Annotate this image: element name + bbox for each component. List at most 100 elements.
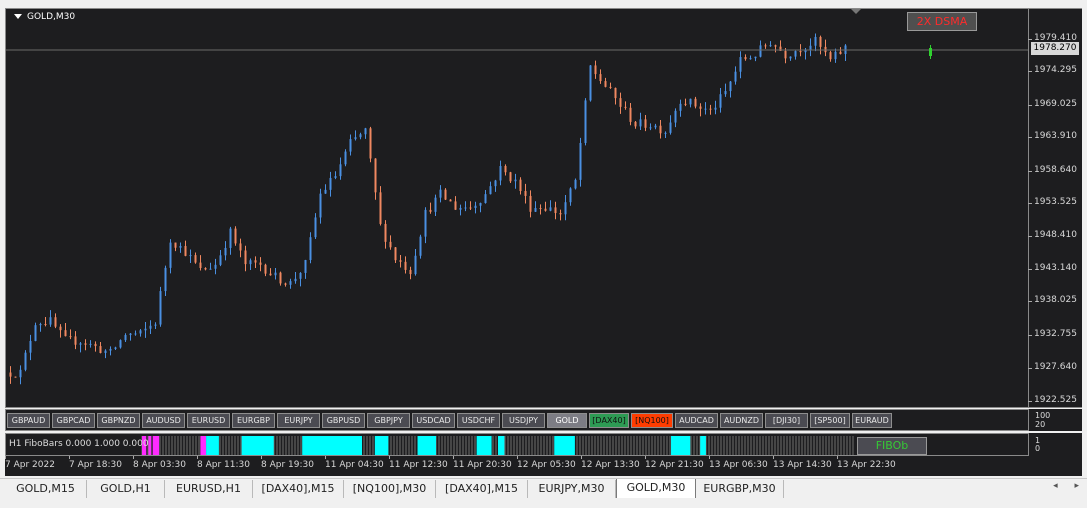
- chart-tab-gold-h1[interactable]: GOLD,H1: [87, 480, 165, 498]
- bull-candle: [79, 343, 82, 345]
- bull-candle: [289, 281, 292, 285]
- bull-candle: [214, 264, 217, 269]
- bear-candle: [554, 207, 557, 214]
- fibob-button[interactable]: FIBOb: [857, 437, 927, 455]
- bear-candle: [444, 189, 447, 200]
- symbol-button-dax40[interactable]: [DAX40]: [589, 413, 629, 428]
- symbol-button-audnzd[interactable]: AUDNZD: [720, 413, 763, 428]
- bull-candle: [219, 255, 222, 265]
- time-axis-label: 11 Apr 04:30: [325, 456, 384, 470]
- symbol-button-eurjpy[interactable]: EURJPY: [277, 413, 320, 428]
- terminal-window: GOLD,M30 2X DSMA 1979.410 1974.295 1969.02…: [0, 0, 1087, 478]
- bear-candle: [624, 106, 627, 108]
- time-axis-label: 8 Apr 11:30: [197, 456, 250, 470]
- bull-candle: [419, 236, 422, 256]
- symbol-button-audusd[interactable]: AUDUSD: [142, 413, 185, 428]
- symbol-button-usdcad[interactable]: USDCAD: [412, 413, 455, 428]
- fibobar-segment: [700, 436, 706, 455]
- bear-candle: [694, 98, 697, 107]
- fibobar-segment: [417, 436, 437, 455]
- price-tick-label: 1958.640: [1028, 165, 1077, 175]
- symbol-button-usdchf[interactable]: USDCHF: [457, 413, 500, 428]
- bear-candle: [94, 343, 97, 347]
- bull-candle: [809, 45, 812, 50]
- tab-scroll-right-icon[interactable]: ▸: [1074, 481, 1079, 491]
- chart-tab-eurgbp-m30[interactable]: EURGBP,M30: [696, 480, 784, 498]
- symbol-button-eurusd[interactable]: EURUSD: [187, 413, 230, 428]
- bull-candle: [589, 65, 592, 101]
- price-axis[interactable]: 1979.410 1974.295 1969.025 1963.910 1958.640…: [1028, 8, 1082, 408]
- bear-candle: [629, 107, 632, 122]
- bull-candle: [339, 164, 342, 177]
- tab-scroll-left-icon[interactable]: ◂: [1053, 481, 1058, 491]
- chart-tab--nq100--m30[interactable]: [NQ100],M30: [344, 480, 436, 498]
- symbol-button-dji30[interactable]: [DJI30]: [765, 413, 808, 428]
- bear-candle: [244, 250, 247, 265]
- candlestick-chart[interactable]: [6, 9, 1029, 408]
- time-axis-label: 7 Apr 2022: [5, 456, 55, 470]
- bear-candle: [264, 264, 267, 274]
- bear-candle: [374, 158, 377, 193]
- bear-candle: [839, 51, 842, 55]
- bull-candle: [479, 203, 482, 206]
- bull-candle: [639, 119, 642, 127]
- bull-candle: [769, 45, 772, 47]
- bear-candle: [709, 108, 712, 110]
- fibobars-indicator-pane[interactable]: H1 FiboBars 0.000 1.000 0.000 FIBOb: [5, 433, 1029, 456]
- price-chart-area[interactable]: GOLD,M30 2X DSMA: [5, 8, 1029, 408]
- time-axis[interactable]: 7 Apr 2022 7 Apr 18:30 8 Apr 03:30 8 Apr 11…: [5, 456, 1082, 476]
- bull-candle: [439, 189, 442, 198]
- bull-candle: [49, 317, 52, 325]
- chart-tab-gold-m30[interactable]: GOLD,M30: [616, 479, 696, 499]
- bear-candle: [539, 208, 542, 210]
- bull-candle: [24, 352, 27, 370]
- bear-candle: [604, 81, 607, 87]
- chart-symbol-title[interactable]: GOLD,M30: [14, 12, 75, 22]
- chart-tab--dax40--m15[interactable]: [DAX40],M15: [436, 480, 528, 498]
- bear-candle: [254, 260, 257, 263]
- symbol-button-gbpusd[interactable]: GBPUSD: [322, 413, 365, 428]
- symbol-button-audcad[interactable]: AUDCAD: [675, 413, 718, 428]
- chart-tab-gold-m15[interactable]: GOLD,M15: [5, 480, 87, 498]
- dsma-indicator-button[interactable]: 2X DSMA: [907, 12, 977, 31]
- bear-candle: [594, 65, 597, 75]
- dropdown-triangle-icon[interactable]: [14, 14, 22, 19]
- symbol-button-gbpjpy[interactable]: GBPJPY: [367, 413, 410, 428]
- bear-candle: [509, 172, 512, 182]
- symbol-button-gold[interactable]: GOLD: [547, 413, 587, 428]
- bear-candle: [774, 45, 777, 47]
- chart-tab-eurjpy-m30[interactable]: EURJPY,M30: [528, 480, 616, 498]
- symbol-button-gbpnzd[interactable]: GBPNZD: [97, 413, 140, 428]
- symbol-button-gbpcad[interactable]: GBPCAD: [52, 413, 95, 428]
- bull-candle: [484, 194, 487, 204]
- chart-tab--dax40--m15[interactable]: [DAX40],M15: [253, 480, 344, 498]
- bull-candle: [164, 267, 167, 292]
- bull-candle: [834, 51, 837, 60]
- chart-tab-eurusd-h1[interactable]: EURUSD,H1: [165, 480, 253, 498]
- bear-candle: [14, 376, 17, 378]
- symbol-button-gbpaud[interactable]: GBPAUD: [7, 413, 50, 428]
- chart-shift-marker-icon[interactable]: [851, 9, 861, 14]
- time-axis-label: 8 Apr 19:30: [261, 456, 314, 470]
- bear-candle: [784, 50, 787, 59]
- symbol-button-sp500[interactable]: [SP500]: [810, 413, 850, 428]
- bull-candle: [724, 91, 727, 95]
- bull-candle: [654, 125, 657, 128]
- bull-candle: [514, 179, 517, 182]
- bull-candle: [39, 323, 42, 326]
- symbol-button-usdjpy[interactable]: USDJPY: [502, 413, 545, 428]
- symbol-button-eurgbp[interactable]: EURGBP: [232, 413, 275, 428]
- symbol-button-nq100[interactable]: [NQ100]: [631, 413, 673, 428]
- fibobar-segment: [498, 436, 505, 455]
- bear-candle: [684, 103, 687, 105]
- bear-candle: [609, 86, 612, 88]
- bear-candle: [259, 262, 262, 265]
- symbol-label: GOLD,M30: [27, 12, 76, 22]
- bull-candle: [714, 107, 717, 110]
- bear-candle: [764, 45, 767, 47]
- time-axis-label: 12 Apr 05:30: [517, 456, 576, 470]
- symbol-button-euraud[interactable]: EURAUD: [852, 413, 892, 428]
- bear-candle: [644, 119, 647, 128]
- fibobar-segment: [241, 436, 274, 455]
- bull-candle: [494, 180, 497, 187]
